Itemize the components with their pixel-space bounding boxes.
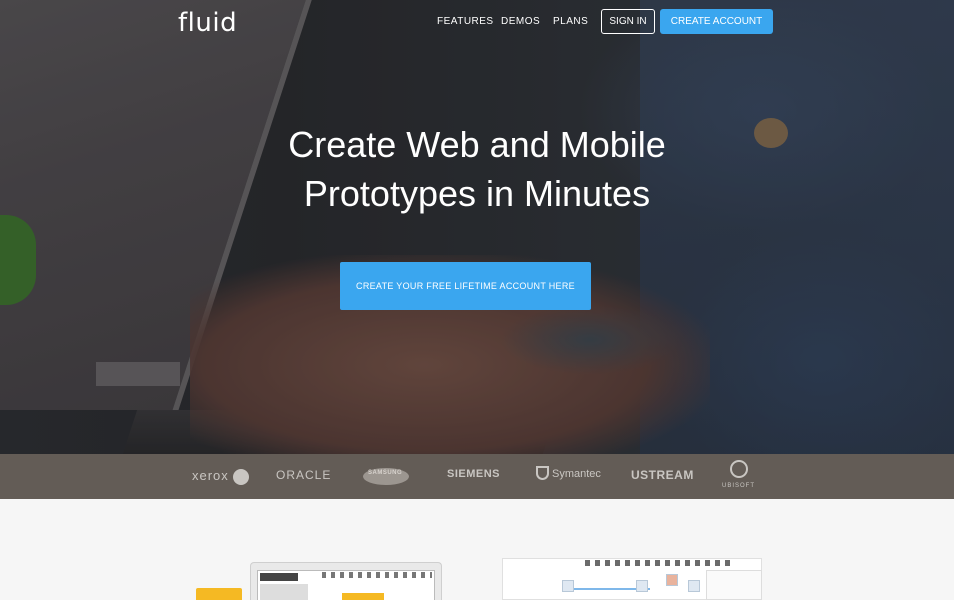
nav-link-plans[interactable]: PLANS [553,16,588,27]
top-navigation: fluid FEATURES DEMOS PLANS SIGN IN CREAT… [0,0,954,44]
client-logo-oracle: ORACLE [276,468,332,482]
flow-properties-panel [706,570,762,600]
editor-yellow-block [342,593,384,600]
flow-toolbar-icons [585,560,735,566]
client-logo-strip: xerox ORACLE SAMSUNG SIEMENS Symantec US… [0,454,954,499]
editor-toolbar-preview [260,573,298,581]
flow-node [636,580,648,592]
fluid-logo[interactable]: fluid [178,8,237,38]
xerox-text: xerox [192,468,229,483]
create-account-button[interactable]: CREATE ACCOUNT [660,9,773,34]
client-logo-symantec: Symantec [552,468,601,480]
flow-node [666,574,678,586]
client-logo-ustream: USTREAM [631,468,694,482]
nav-link-demos[interactable]: DEMOS [501,16,540,27]
nav-link-features[interactable]: FEATURES [437,16,494,27]
ubisoft-swirl-icon [730,460,748,478]
hero-headline: Create Web and Mobile Prototypes in Minu… [0,120,954,218]
symantec-check-icon [536,466,549,480]
client-logo-ubisoft: UBISOFT [722,483,756,489]
headline-line-1: Create Web and Mobile [288,124,666,165]
flow-node [688,580,700,592]
mobile-card-preview [196,588,242,600]
xerox-ball-icon [232,468,249,485]
client-logo-samsung: SAMSUNG [368,470,403,476]
hero-section: fluid FEATURES DEMOS PLANS SIGN IN CREAT… [0,0,954,454]
client-logo-xerox: xerox [192,468,249,485]
headline-line-2: Prototypes in Minutes [303,173,651,214]
free-account-cta-button[interactable]: CREATE YOUR FREE LIFETIME ACCOUNT HERE [340,262,591,310]
features-preview-section [0,499,954,600]
sign-in-button[interactable]: SIGN IN [601,9,655,34]
flow-node [562,580,574,592]
client-logo-siemens: SIEMENS [447,468,501,480]
hero-overlay [0,0,954,454]
editor-sidebar-preview [260,584,308,600]
logo-text: fluid [178,8,238,38]
editor-toolbar-icons [322,572,432,578]
